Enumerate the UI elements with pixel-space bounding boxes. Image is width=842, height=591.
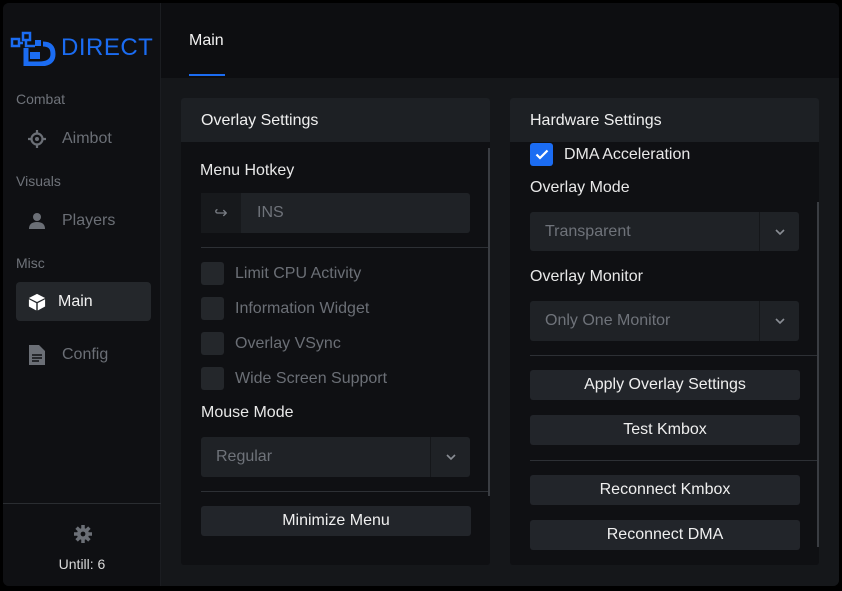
select-value: Only One Monitor	[545, 312, 671, 329]
checkbox-label: Wide Screen Support	[235, 369, 388, 387]
limit-cpu-activity-option[interactable]: Limit CPU Activity	[201, 262, 361, 285]
chevron-down-icon	[430, 437, 470, 477]
sidebar-item-config[interactable]: Config	[16, 335, 151, 374]
checkbox[interactable]	[201, 367, 224, 390]
document-icon	[28, 344, 46, 365]
active-tab-indicator	[189, 74, 225, 76]
reconnect-kmbox-button[interactable]: Reconnect Kmbox	[530, 475, 800, 505]
minimize-menu-button[interactable]: Minimize Menu	[201, 506, 471, 536]
panel-header: Hardware Settings	[510, 98, 819, 142]
sidebar-footer: Untill: 6	[3, 503, 161, 586]
information-widget-option[interactable]: Information Widget	[201, 297, 369, 320]
sidebar: DIRECT Combat Aimbot Visuals Players Mis…	[3, 3, 161, 586]
overlay-monitor-select[interactable]: Only One Monitor	[530, 301, 799, 341]
scrollbar[interactable]	[488, 148, 490, 496]
select-value: Regular	[216, 448, 273, 465]
apply-overlay-settings-button[interactable]: Apply Overlay Settings	[530, 370, 800, 400]
app-window: DIRECT Combat Aimbot Visuals Players Mis…	[3, 3, 839, 586]
hotkey-value: INS	[257, 204, 284, 221]
top-bar: Main	[161, 3, 839, 78]
checkbox[interactable]	[201, 332, 224, 355]
sidebar-item-players[interactable]: Players	[16, 201, 151, 240]
overlay-mode-select[interactable]: Transparent	[530, 212, 799, 251]
overlay-monitor-label: Overlay Monitor	[530, 268, 643, 285]
panel-title: Hardware Settings	[530, 112, 662, 129]
overlay-mode-label: Overlay Mode	[530, 179, 630, 196]
test-kmbox-button[interactable]: Test Kmbox	[530, 415, 800, 445]
checkbox-checked[interactable]	[530, 143, 553, 166]
checkbox[interactable]	[201, 297, 224, 320]
logo: DIRECT	[9, 30, 153, 66]
menu-hotkey-field[interactable]: ↪ INS	[201, 193, 470, 233]
section-label-visuals: Visuals	[16, 173, 61, 189]
dma-acceleration-option[interactable]: DMA Acceleration	[530, 143, 690, 166]
panel-title: Overlay Settings	[201, 112, 319, 129]
menu-hotkey-label: Menu Hotkey	[200, 162, 295, 179]
overlay-vsync-option[interactable]: Overlay VSync	[201, 332, 341, 355]
mouse-mode-label: Mouse Mode	[201, 404, 294, 421]
tab-main[interactable]: Main	[189, 32, 224, 50]
divider	[201, 247, 488, 248]
section-label-misc: Misc	[16, 255, 45, 271]
select-value: Transparent	[545, 222, 631, 240]
logo-icon	[10, 31, 56, 66]
checkbox-label: Overlay VSync	[235, 334, 341, 352]
chevron-down-icon	[759, 212, 799, 251]
person-icon	[28, 212, 46, 230]
section-label-combat: Combat	[16, 91, 66, 107]
reconnect-dma-button[interactable]: Reconnect DMA	[530, 520, 800, 550]
main-content: Overlay Settings Menu Hotkey ↪ INS Limit…	[161, 78, 839, 586]
overlay-settings-panel: Overlay Settings Menu Hotkey ↪ INS Limit…	[181, 98, 490, 565]
checkbox-label: DMA Acceleration	[564, 145, 691, 163]
mouse-mode-select[interactable]: Regular	[201, 437, 470, 477]
chevron-down-icon	[759, 301, 799, 341]
checkmark-icon	[535, 149, 548, 160]
brand-name: DIRECT	[61, 34, 154, 61]
cube-icon	[28, 293, 46, 311]
crosshair-icon	[28, 129, 46, 148]
sidebar-item-label: Main	[58, 292, 93, 310]
divider	[530, 355, 817, 356]
checkbox[interactable]	[201, 262, 224, 285]
checkbox-label: Limit CPU Activity	[235, 264, 362, 282]
divider	[530, 460, 817, 461]
sidebar-item-aimbot[interactable]: Aimbot	[16, 119, 151, 158]
checkbox-label: Information Widget	[235, 299, 370, 317]
wide-screen-support-option[interactable]: Wide Screen Support	[201, 367, 387, 390]
sidebar-item-label: Config	[62, 345, 109, 363]
panel-header: Overlay Settings	[181, 98, 490, 142]
scrollbar[interactable]	[817, 202, 819, 547]
gear-icon[interactable]	[73, 524, 93, 544]
hotkey-arrow-icon: ↪	[201, 193, 241, 233]
divider	[201, 491, 488, 492]
license-status: Untill: 6	[58, 556, 106, 572]
sidebar-item-label: Players	[62, 211, 116, 229]
sidebar-item-label: Aimbot	[62, 129, 112, 147]
sidebar-item-main[interactable]: Main	[16, 282, 151, 321]
hardware-settings-panel: Hardware Settings DMA Acceleration Overl…	[510, 98, 819, 565]
